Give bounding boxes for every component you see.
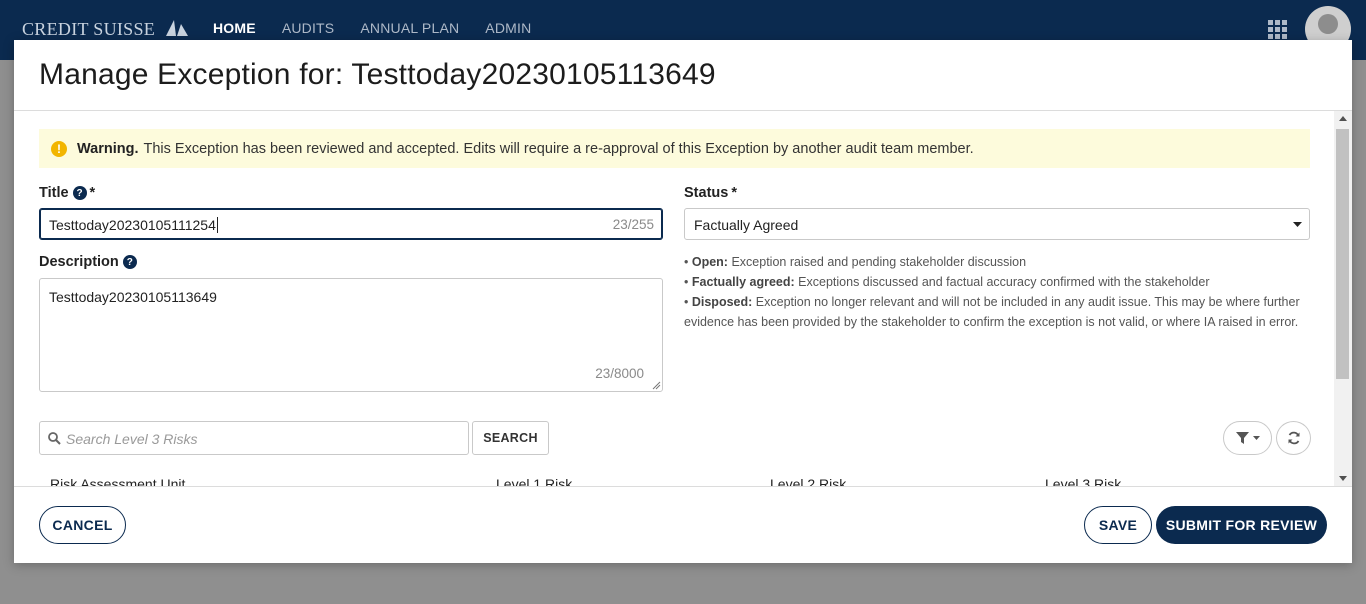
title-required-marker: * [89,185,96,201]
refresh-icon [1288,431,1299,445]
dialog-header: Manage Exception for: Testtoday202301051… [14,40,1352,111]
dialog-title: Manage Exception for: Testtoday202301051… [39,58,716,92]
search-button[interactable]: SEARCH [472,421,549,455]
title-input[interactable]: Testtoday20230105111254 23/255 [39,208,663,240]
submit-for-review-button[interactable]: SUBMIT FOR REVIEW [1156,506,1327,544]
dialog-title-exception-name: Testtoday20230105113649 [351,58,716,91]
column-header-level-2-risk[interactable]: Level 2 Risk [770,476,846,486]
scroll-down-arrow-icon[interactable] [1339,476,1347,481]
search-placeholder: Search Level 3 Risks [66,431,198,447]
filter-button[interactable] [1223,421,1272,455]
description-label: Description ? [39,254,137,270]
warning-icon: ! [51,140,67,157]
status-selected-value: Factually Agreed [694,217,799,233]
brand-logo[interactable]: CREDIT SUISSE [22,18,190,40]
title-input-value: Testtoday20230105111254 [49,217,218,233]
scrollbar-thumb[interactable] [1336,129,1349,379]
warning-banner: ! Warning. This Exception has been revie… [39,129,1310,168]
status-help-factually-agreed: • Factually agreed: Exceptions discussed… [684,275,1210,289]
description-value: Testtoday20230105113649 [49,289,217,305]
main-menu: HOME AUDITS ANNUAL PLAN ADMIN [213,20,531,36]
status-help-disposed: • Disposed: Exception no longer relevant… [684,295,1300,329]
description-label-text: Description [39,254,119,270]
nav-item-audits[interactable]: AUDITS [282,20,335,36]
title-label-text: Title [39,185,69,201]
column-header-level-1-risk[interactable]: Level 1 Risk [496,476,572,486]
risk-search-input[interactable]: Search Level 3 Risks [39,421,469,455]
cancel-button[interactable]: CANCEL [39,506,126,544]
column-header-risk-assessment-unit[interactable]: Risk Assessment Unit [50,476,185,486]
title-label: Title ? * [39,185,95,201]
sails-logo-icon [165,20,188,36]
status-help-open: • Open: Exception raised and pending sta… [684,255,1027,269]
warning-label: Warning. [77,140,139,157]
title-char-counter: 23/255 [612,217,654,232]
nav-item-home[interactable]: HOME [213,20,256,36]
description-textarea[interactable]: Testtoday20230105113649 23/8000 [39,278,663,392]
refresh-button[interactable] [1276,421,1311,455]
column-header-level-3-risk[interactable]: Level 3 Risk [1045,476,1121,486]
description-char-counter: 23/8000 [595,366,644,381]
filter-icon [1235,432,1249,444]
app-grid-icon[interactable] [1268,20,1288,40]
dialog-body: ! Warning. This Exception has been revie… [14,111,1352,486]
dialog-title-prefix: Manage Exception for: [39,58,344,91]
manage-exception-dialog: Manage Exception for: Testtoday202301051… [14,40,1352,563]
status-select[interactable]: Factually Agreed [684,208,1310,240]
nav-item-admin[interactable]: ADMIN [485,20,531,36]
chevron-down-icon [1293,222,1302,227]
status-label: Status * [684,185,737,201]
status-required-marker: * [731,185,737,201]
resize-grip-icon[interactable] [652,381,661,390]
chevron-down-icon [1252,436,1260,440]
dialog-scrollbar[interactable] [1334,111,1352,486]
scroll-up-arrow-icon[interactable] [1339,116,1347,121]
title-help-icon[interactable]: ? [72,186,87,200]
status-help-text: • Open: Exception raised and pending sta… [684,252,1314,332]
search-icon [48,432,61,445]
save-button[interactable]: SAVE [1084,506,1152,544]
warning-text: This Exception has been reviewed and acc… [143,140,974,157]
description-help-icon[interactable]: ? [122,255,137,269]
dialog-footer: CANCEL SAVE SUBMIT FOR REVIEW [14,486,1352,564]
brand-name: CREDIT SUISSE [22,19,156,39]
nav-item-annual-plan[interactable]: ANNUAL PLAN [360,20,459,36]
status-label-text: Status [684,185,729,201]
